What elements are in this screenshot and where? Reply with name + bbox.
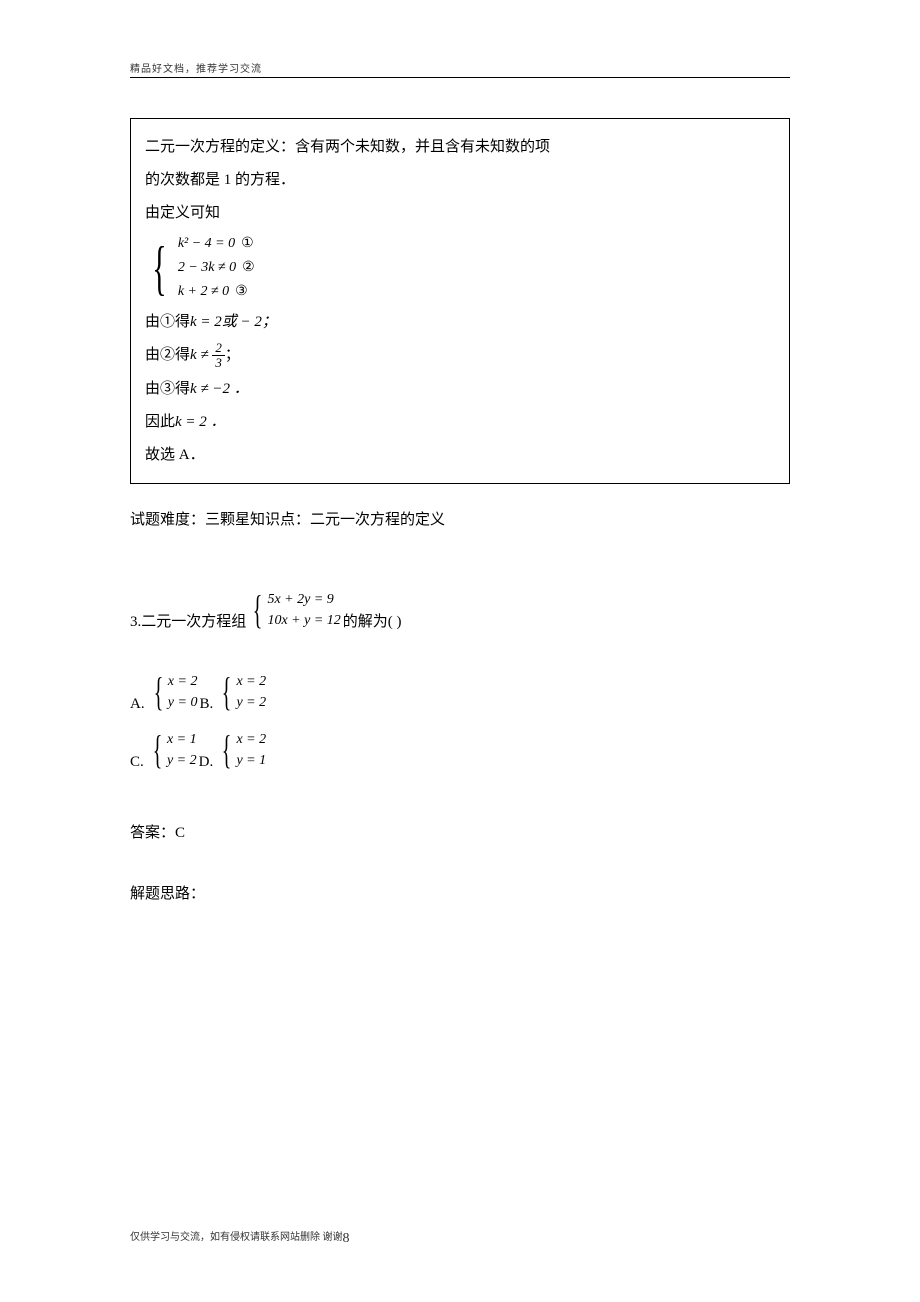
question-number: 3. xyxy=(130,614,141,631)
equation-system: { k² − 4 = 0 ① 2 − 3k ≠ 0 ② k + 2 ≠ 0 ③ xyxy=(145,232,775,303)
brace-icon: { xyxy=(253,592,263,628)
equation: x = 1 xyxy=(167,729,197,750)
equation: y = 0 xyxy=(168,692,198,713)
equation: 2 − 3k ≠ 0 xyxy=(178,260,236,275)
solution-line: 因此k = 2 ． xyxy=(145,407,775,437)
circle-label: ③ xyxy=(235,284,248,299)
brace-icon: { xyxy=(152,238,166,298)
solution-line: 由②得k ≠ 23； xyxy=(145,340,775,370)
solution-line: 的次数都是 1 的方程． xyxy=(145,165,775,195)
equation: x = 2 xyxy=(236,671,266,692)
option-d: D. { x = 2 y = 1 xyxy=(199,729,268,771)
circle-label: ② xyxy=(242,260,255,275)
option-label: B. xyxy=(199,696,213,713)
circle-label: ① xyxy=(241,236,254,251)
equation: y = 2 xyxy=(167,750,197,771)
page-footer: 仅供学习与交流，如有侵权请联系网站删除 谢谢8 xyxy=(130,1228,350,1247)
solution-box: 二元一次方程的定义：含有两个未知数，并且含有未知数的项 的次数都是 1 的方程．… xyxy=(130,118,790,484)
question-3: 3.二元一次方程组 { 5x + 2y = 9 10x + y = 12 的解为… xyxy=(130,589,790,631)
equation: x = 2 xyxy=(236,729,266,750)
equation: k² − 4 = 0 xyxy=(178,236,235,251)
option-b: B. { x = 2 y = 2 xyxy=(199,671,268,713)
header-text: 精品好文档，推荐学习交流 xyxy=(130,60,790,78)
question-suffix: 的解为( ) xyxy=(343,610,402,631)
equation: 5x + 2y = 9 xyxy=(267,589,340,610)
brace-icon: { xyxy=(222,674,232,710)
solution-line: 二元一次方程的定义：含有两个未知数，并且含有未知数的项 xyxy=(145,132,775,162)
brace-icon: { xyxy=(153,732,163,768)
equation: y = 2 xyxy=(236,692,266,713)
question-text: 二元一次方程组 xyxy=(141,610,246,631)
solution-line: 由定义可知 xyxy=(145,198,775,228)
options-group: A. { x = 2 y = 0 B. { x = 2 y = 2 xyxy=(130,671,790,771)
page-number: 8 xyxy=(343,1231,350,1246)
option-label: C. xyxy=(130,754,144,771)
option-a: A. { x = 2 y = 0 xyxy=(130,671,199,713)
equation-system: { 5x + 2y = 9 10x + y = 12 xyxy=(248,589,341,631)
option-c: C. { x = 1 y = 2 xyxy=(130,729,199,771)
brace-icon: { xyxy=(153,674,163,710)
answer-text: 答案：C xyxy=(130,821,790,842)
difficulty-text: 试题难度：三颗星知识点：二元一次方程的定义 xyxy=(130,508,790,529)
equation: k + 2 ≠ 0 xyxy=(178,284,229,299)
solution-line: 由①得k = 2或 − 2； xyxy=(145,307,775,337)
equation: y = 1 xyxy=(236,750,266,771)
equation: x = 2 xyxy=(168,671,198,692)
option-label: A. xyxy=(130,696,145,713)
solution-line: 由③得k ≠ −2 ． xyxy=(145,374,775,404)
solution-conclusion: 故选 A． xyxy=(145,440,775,470)
equation: 10x + y = 12 xyxy=(267,610,340,631)
brace-icon: { xyxy=(222,732,232,768)
footer-text: 仅供学习与交流，如有侵权请联系网站删除 谢谢 xyxy=(130,1232,343,1243)
option-label: D. xyxy=(199,754,214,771)
solution-label: 解题思路： xyxy=(130,882,790,903)
